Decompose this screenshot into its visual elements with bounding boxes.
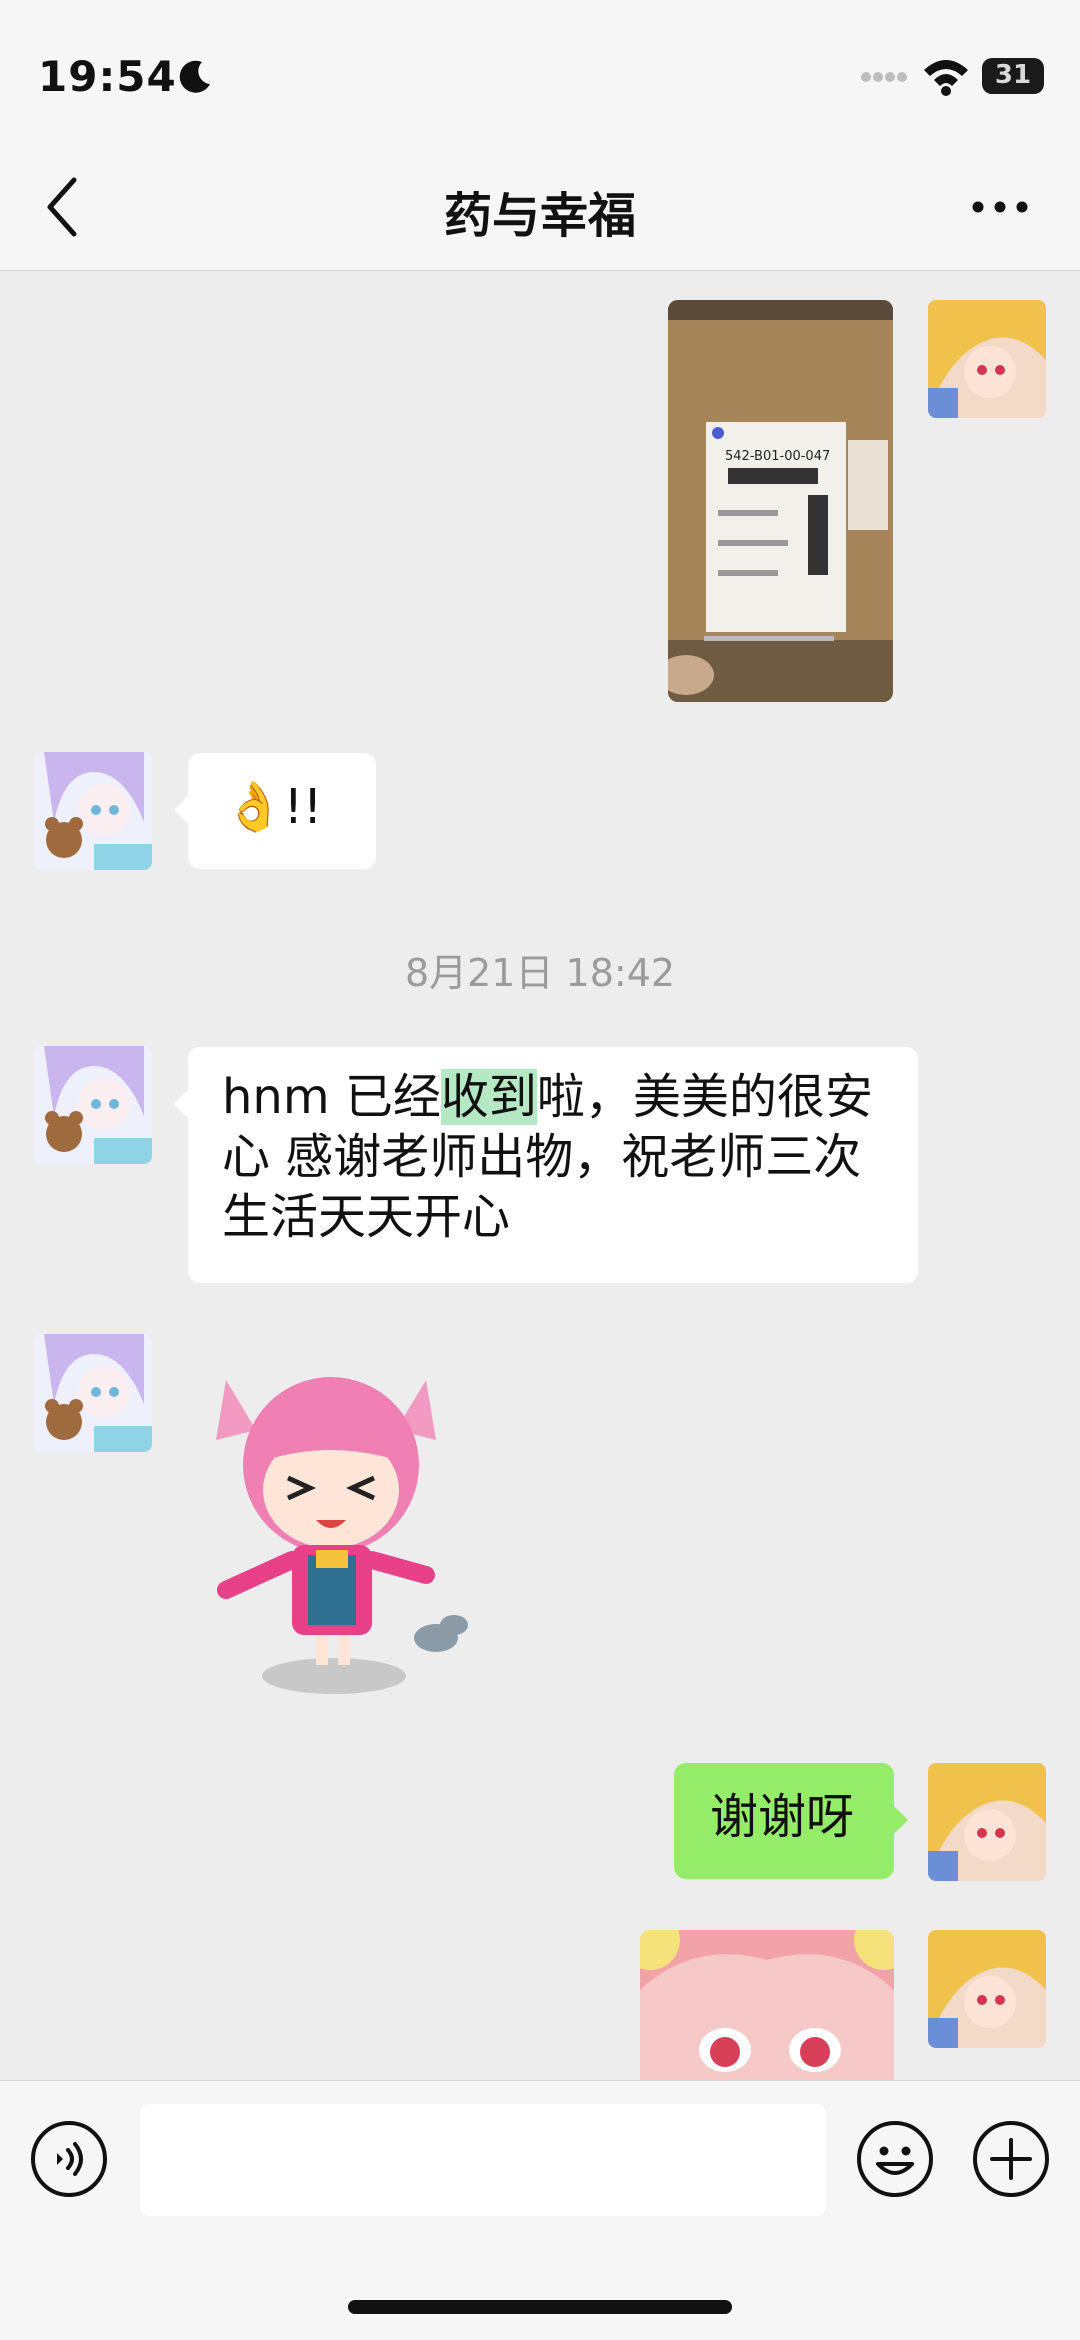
bubble-tail [894,1806,908,1834]
message-bubble-sent[interactable]: 谢谢呀 [674,1763,894,1879]
highlighted-text[interactable]: 收到 [440,1069,537,1125]
package-photo-image: 542-B01-00-047 [668,300,893,702]
battery-level: 31 [994,60,1032,90]
message-text: 谢谢呀 [710,1789,855,1845]
sent-image-content [640,1930,894,2080]
wifi-icon [924,60,968,96]
friend-avatar[interactable] [34,1046,152,1164]
friend-avatar[interactable] [34,752,152,870]
more-dots-icon[interactable] [970,190,1030,224]
package-photo[interactable]: 542-B01-00-047 [668,300,893,702]
friend-avatar[interactable] [34,1334,152,1452]
voice-icon[interactable] [30,2120,108,2198]
battery-icon: 31 [982,58,1044,94]
moon-icon [179,60,210,93]
cat-girl-sticker[interactable] [196,1360,476,1700]
signal-dots-icon [861,72,907,82]
bubble-tail [174,1090,188,1118]
my-avatar[interactable] [928,1763,1046,1881]
my-avatar[interactable] [928,300,1046,418]
message-text-part: hnm 已经 [222,1069,441,1125]
chat-title: 药与幸福 [443,188,636,244]
bubble-tail [174,796,188,824]
message-bubble-received[interactable]: hnm 已经收到啦，美美的很安心 感谢老师出物，祝老师三次生活天天开心 [188,1047,918,1283]
sent-image[interactable] [640,1930,894,2080]
plus-icon[interactable] [972,2120,1050,2198]
emoji-icon[interactable] [856,2120,934,2198]
package-label-code: 542-B01-00-047 [725,449,830,464]
message-bubble-ok[interactable]: 👌!! [188,753,376,869]
home-indicator[interactable] [348,2300,732,2314]
message-timestamp: 8月21日 18:42 [404,951,676,995]
chevron-left-icon[interactable] [44,176,80,238]
my-avatar[interactable] [928,1930,1046,2048]
message-input[interactable] [140,2104,826,2216]
message-text: 👌!! [224,779,323,835]
status-time: 19:54 [38,52,177,101]
